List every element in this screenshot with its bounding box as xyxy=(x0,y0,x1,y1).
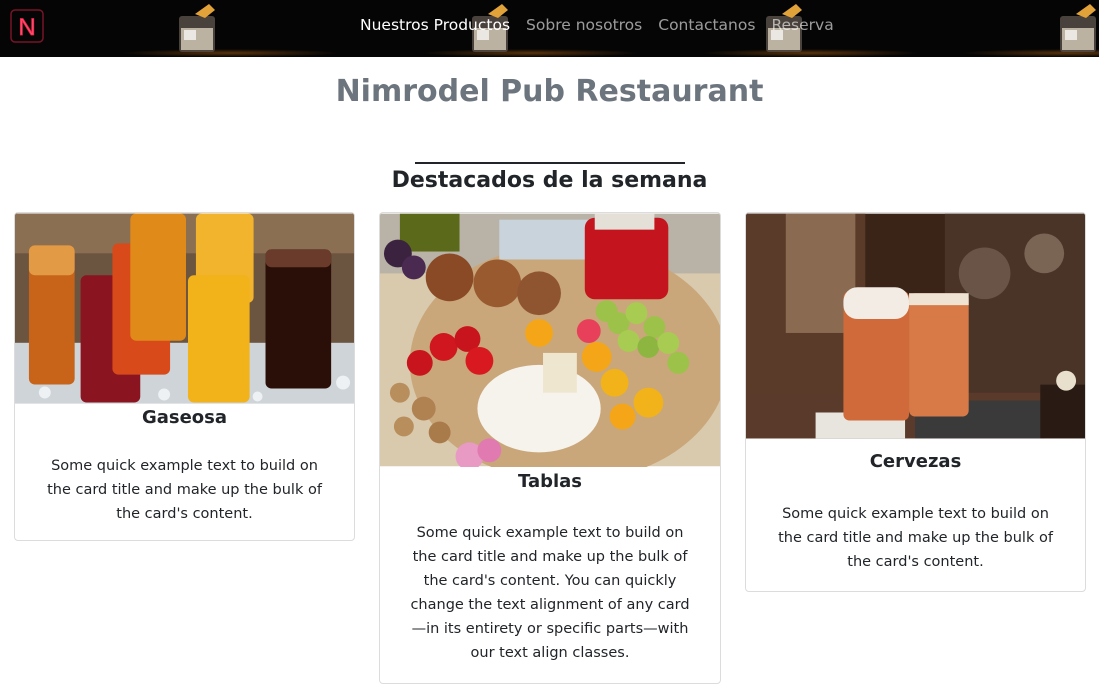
nav-link-productos[interactable]: Nuestros Productos xyxy=(360,16,510,34)
nav-menu: Nuestros Productos Sobre nosotros Contac… xyxy=(360,16,834,34)
page-title: Nimrodel Pub Restaurant xyxy=(335,74,764,109)
section-divider xyxy=(415,162,685,164)
background-glow xyxy=(700,49,920,57)
product-card-gaseosa: Gaseosa Some quick example text to build… xyxy=(14,212,355,541)
nav-link-contactanos[interactable]: Contactanos xyxy=(658,16,755,34)
card-title: Cervezas xyxy=(869,451,962,472)
beer-glasses-photo xyxy=(746,213,1085,439)
brand-letter: N xyxy=(18,14,35,41)
cheese-board-photo xyxy=(380,213,720,467)
card-title: Gaseosa xyxy=(141,407,228,428)
product-card-cervezas: Cervezas Some quick example text to buil… xyxy=(745,212,1086,592)
card-text: Some quick example text to build on the … xyxy=(47,458,322,522)
nav-link-sobre-nosotros[interactable]: Sobre nosotros xyxy=(526,16,642,34)
card-title: Tablas xyxy=(517,471,583,492)
card-text: Some quick example text to build on the … xyxy=(410,525,690,661)
card-text: Some quick example text to build on the … xyxy=(778,506,1053,570)
whiskey-glass-decoration xyxy=(1060,4,1096,52)
product-card-tablas: Tablas Some quick example text to build … xyxy=(379,212,721,684)
section-heading: Destacados de la semana xyxy=(391,168,708,193)
nav-link-reserva[interactable]: Reserva xyxy=(771,16,833,34)
brand-logo[interactable]: N xyxy=(9,8,45,44)
soft-drinks-photo xyxy=(15,213,354,404)
background-glow xyxy=(120,49,340,57)
background-glow xyxy=(420,49,640,57)
top-navbar: N Nuestros Productos Sobre nosotros Cont… xyxy=(0,0,1099,57)
whiskey-glass-decoration xyxy=(179,4,215,52)
